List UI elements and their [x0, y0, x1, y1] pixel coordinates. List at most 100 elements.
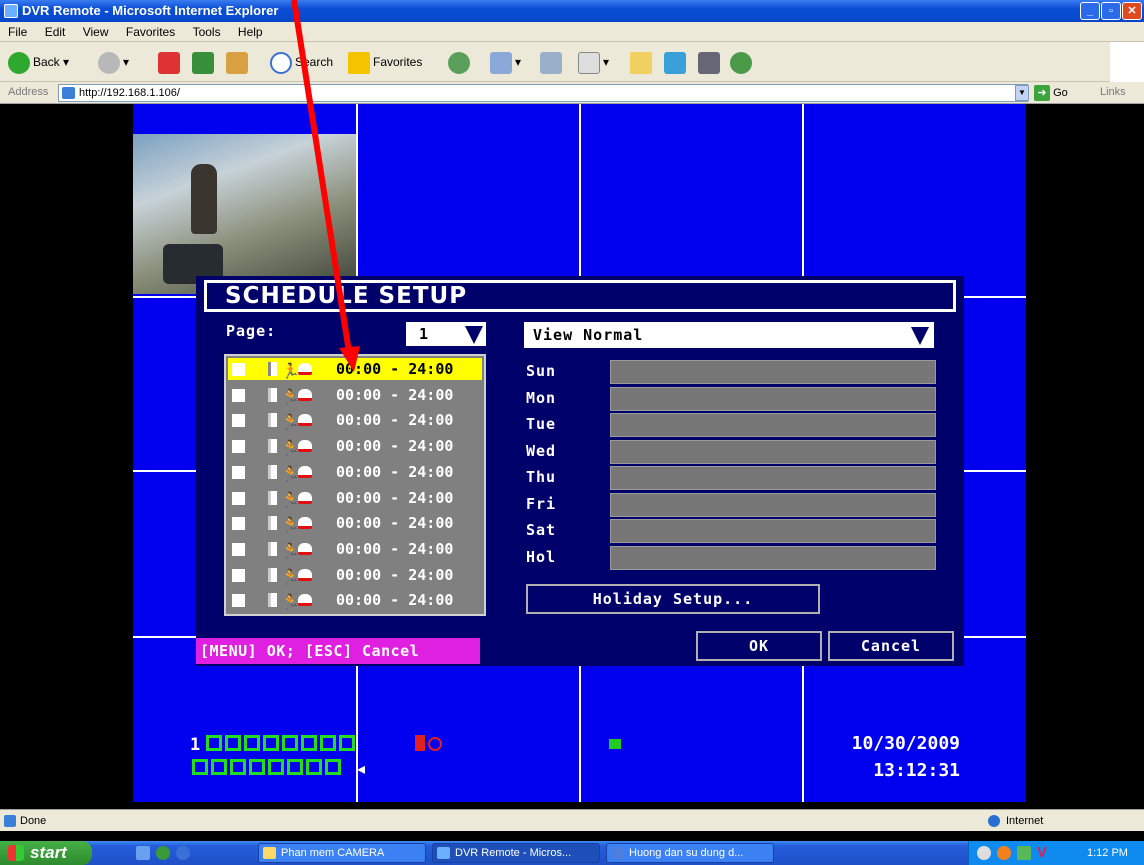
channel-indicator [249, 759, 265, 775]
page-icon [62, 87, 75, 99]
day-timeline-bar[interactable] [610, 439, 936, 464]
schedule-row[interactable]: 🏃 00:00 - 24:00 [228, 384, 482, 406]
day-timeline-bar[interactable] [610, 492, 936, 517]
favorites-button[interactable]: Favorites [348, 50, 422, 74]
schedule-checkbox[interactable] [232, 517, 245, 531]
address-url: http://192.168.1.106/ [79, 87, 180, 99]
star-icon [348, 51, 370, 74]
mail-button[interactable]: ▾ [490, 50, 521, 74]
alarm-sensor-icon [268, 387, 277, 402]
media-button[interactable] [698, 50, 723, 74]
address-label: Address [8, 86, 49, 98]
tray-arrow-icon[interactable] [977, 846, 991, 860]
page-select[interactable]: 1 [406, 322, 486, 346]
menu-edit[interactable]: Edit [45, 25, 66, 39]
day-timeline-bar[interactable] [610, 386, 936, 411]
messenger-button[interactable] [730, 50, 755, 74]
schedule-row[interactable]: 🏃 00:00 - 24:00 [228, 564, 482, 586]
task-huong-dan[interactable]: Huong dan su dung d... [606, 843, 774, 863]
schedule-row[interactable]: 🏃 00:00 - 24:00 [228, 512, 482, 534]
schedule-row[interactable]: 🏃 00:00 - 24:00 [228, 409, 482, 431]
refresh-button[interactable] [192, 50, 217, 74]
schedule-checkbox[interactable] [232, 414, 245, 428]
home-button[interactable] [226, 50, 251, 74]
channel-indicator [263, 735, 279, 751]
schedule-checkbox[interactable] [232, 594, 245, 608]
channel-number: 1 [190, 735, 201, 755]
menu-favorites[interactable]: Favorites [126, 25, 175, 39]
forward-arrow-icon [98, 51, 120, 74]
record-camera-icon [298, 568, 312, 581]
quicklaunch-desktop-icon[interactable] [136, 846, 150, 860]
key-hint: [MENU] OK; [ESC] Cancel [196, 638, 480, 664]
day-timeline-bar[interactable] [610, 413, 936, 437]
address-bar: Address http://192.168.1.106/ ▼ ➜ Go Lin… [0, 82, 1144, 104]
task-dvr-remote[interactable]: DVR Remote - Micros... [432, 843, 600, 863]
alarm-sensor-icon [268, 490, 277, 505]
day-timeline-bar[interactable] [610, 545, 936, 570]
folder-button[interactable] [630, 50, 655, 74]
task-phan-mem-camera[interactable]: Phan mem CAMERA [258, 843, 426, 863]
schedule-time: 00:00 - 24:00 [336, 591, 454, 610]
schedule-checkbox[interactable] [232, 388, 245, 402]
cancel-button[interactable]: Cancel [828, 631, 954, 661]
day-timeline-bar[interactable] [610, 466, 936, 490]
menu-file[interactable]: File [8, 25, 27, 39]
schedule-row[interactable]: 🏃 00:00 - 24:00 [228, 461, 482, 483]
stop-button[interactable] [158, 50, 183, 74]
channel-indicator [339, 735, 355, 751]
motion-icon: 🏃 [281, 413, 300, 432]
schedule-checkbox[interactable] [232, 491, 245, 505]
schedule-checkbox[interactable] [232, 465, 245, 479]
timer-icon [428, 737, 442, 751]
holiday-setup-button[interactable]: Holiday Setup... [526, 584, 820, 614]
tray-network-icon[interactable] [1017, 846, 1031, 860]
schedule-row[interactable]: 🏃 00:00 - 24:00 [228, 358, 482, 380]
schedule-checkbox[interactable] [232, 542, 245, 556]
schedule-checkbox[interactable] [232, 440, 245, 454]
links-label[interactable]: Links [1100, 86, 1126, 98]
day-timeline-bar[interactable] [610, 519, 936, 543]
history-button[interactable] [448, 50, 473, 74]
day-timeline-bar[interactable] [610, 360, 936, 384]
back-arrow-icon [8, 51, 30, 74]
quicklaunch-ie-icon[interactable] [156, 846, 170, 860]
osd-time: 13:12:31 [873, 760, 960, 781]
search-button[interactable]: Search [270, 50, 333, 74]
back-button[interactable]: Back ▾ [8, 50, 69, 74]
motion-icon: 🏃 [281, 593, 300, 612]
schedule-checkbox[interactable] [232, 568, 245, 582]
schedule-row[interactable]: 🏃 00:00 - 24:00 [228, 487, 482, 509]
tray-app-icon[interactable] [997, 846, 1011, 860]
record-camera-icon [298, 465, 312, 478]
tray-antivirus-icon[interactable]: V [1037, 841, 1047, 865]
view-select[interactable]: View Normal [524, 322, 934, 348]
forward-button[interactable]: ▾ [98, 50, 129, 74]
close-button[interactable]: ✕ [1122, 2, 1142, 20]
start-button[interactable]: start [0, 841, 92, 865]
schedule-checkbox[interactable] [232, 363, 245, 376]
schedule-row[interactable]: 🏃 00:00 - 24:00 [228, 538, 482, 560]
quicklaunch-browser-icon[interactable] [176, 846, 190, 860]
menu-view[interactable]: View [83, 25, 109, 39]
menu-tools[interactable]: Tools [193, 25, 221, 39]
address-input[interactable]: http://192.168.1.106/ [58, 84, 1028, 102]
schedule-time: 00:00 - 24:00 [336, 360, 454, 378]
schedule-row[interactable]: 🏃 00:00 - 24:00 [228, 589, 482, 611]
alarm-sensor-icon [268, 516, 277, 531]
research-button[interactable] [664, 50, 689, 74]
print-button[interactable] [540, 50, 565, 74]
maximize-button[interactable]: ▫ [1101, 2, 1121, 20]
ie-icon [437, 847, 450, 859]
minimize-button[interactable]: _ [1080, 2, 1100, 20]
address-dropdown[interactable]: ▼ [1015, 85, 1029, 101]
menu-help[interactable]: Help [238, 25, 263, 39]
refresh-icon [192, 51, 214, 74]
ok-button[interactable]: OK [696, 631, 822, 661]
search-icon [270, 51, 292, 74]
dialog-title: SCHEDULE SETUP [204, 280, 956, 312]
edit-button[interactable]: ▾ [578, 50, 609, 74]
go-button[interactable]: ➜ Go [1034, 84, 1068, 102]
word-icon [611, 847, 624, 859]
schedule-row[interactable]: 🏃 00:00 - 24:00 [228, 435, 482, 457]
